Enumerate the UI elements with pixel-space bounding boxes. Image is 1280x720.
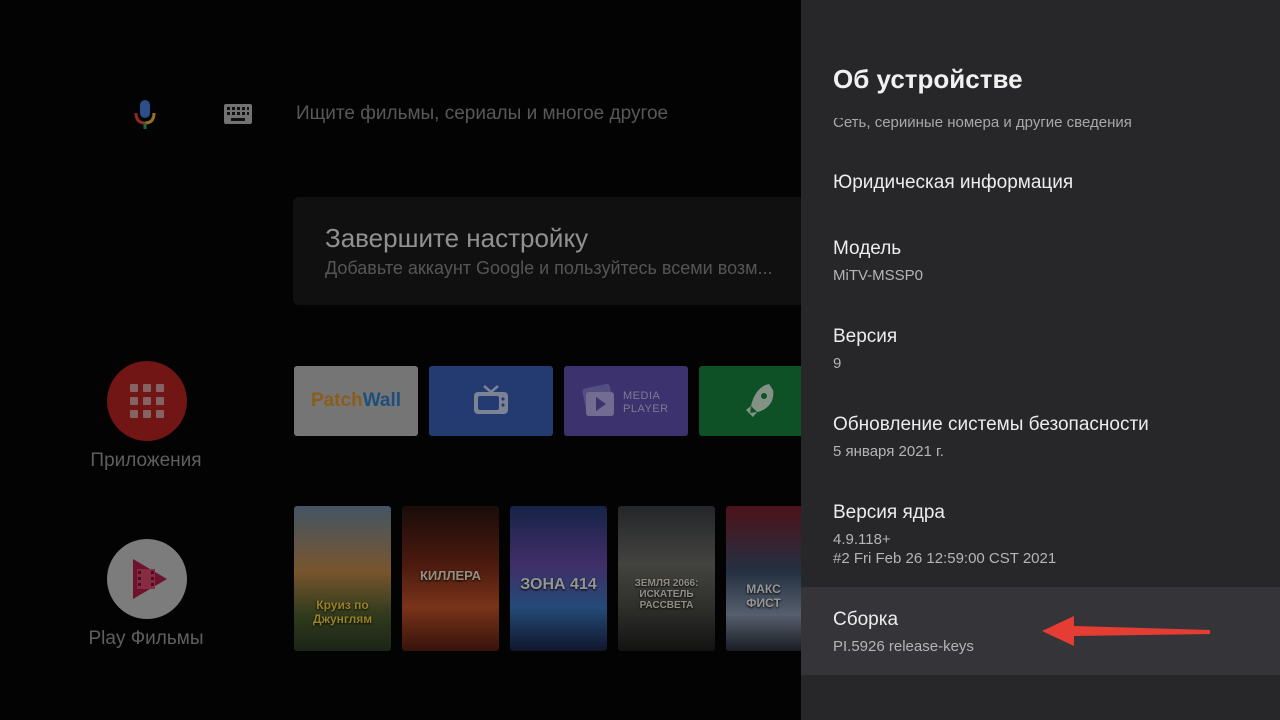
panel-header: Об устройстве [801, 0, 1280, 118]
setting-title: Модель [833, 238, 902, 259]
setting-title: Обновление системы безопасности [833, 414, 1149, 435]
setting-value: 9 [833, 355, 842, 372]
setting-value: 5 января 2021 г. [833, 443, 944, 460]
setting-security-update[interactable]: Обновление системы безопасности 5 января… [801, 404, 1280, 484]
setting-title: Версия ядра [833, 502, 945, 523]
setting-value-line2: #2 Fri Feb 26 12:59:00 CST 2021 [833, 550, 1057, 567]
setting-version[interactable]: Версия 9 [801, 316, 1280, 396]
setting-kernel-version[interactable]: Версия ядра 4.9.118+ #2 Fri Feb 26 12:59… [801, 492, 1280, 582]
setting-value: PI.5926 release-keys [833, 638, 974, 655]
panel-title: Об устройстве [833, 64, 1023, 94]
setting-value: 4.9.118+ [833, 531, 891, 548]
setting-value: MiTV-MSSP0 [833, 267, 924, 284]
dim-overlay [0, 0, 801, 720]
setting-legal-info[interactable]: Юридическая информация [801, 150, 1280, 220]
setting-title: Версия [833, 326, 898, 347]
setting-model[interactable]: Модель MiTV-MSSP0 [801, 228, 1280, 308]
setting-title: Сборка [833, 609, 899, 630]
red-arrow-icon [1042, 616, 1210, 646]
setting-title: Юридическая информация [833, 172, 1074, 193]
